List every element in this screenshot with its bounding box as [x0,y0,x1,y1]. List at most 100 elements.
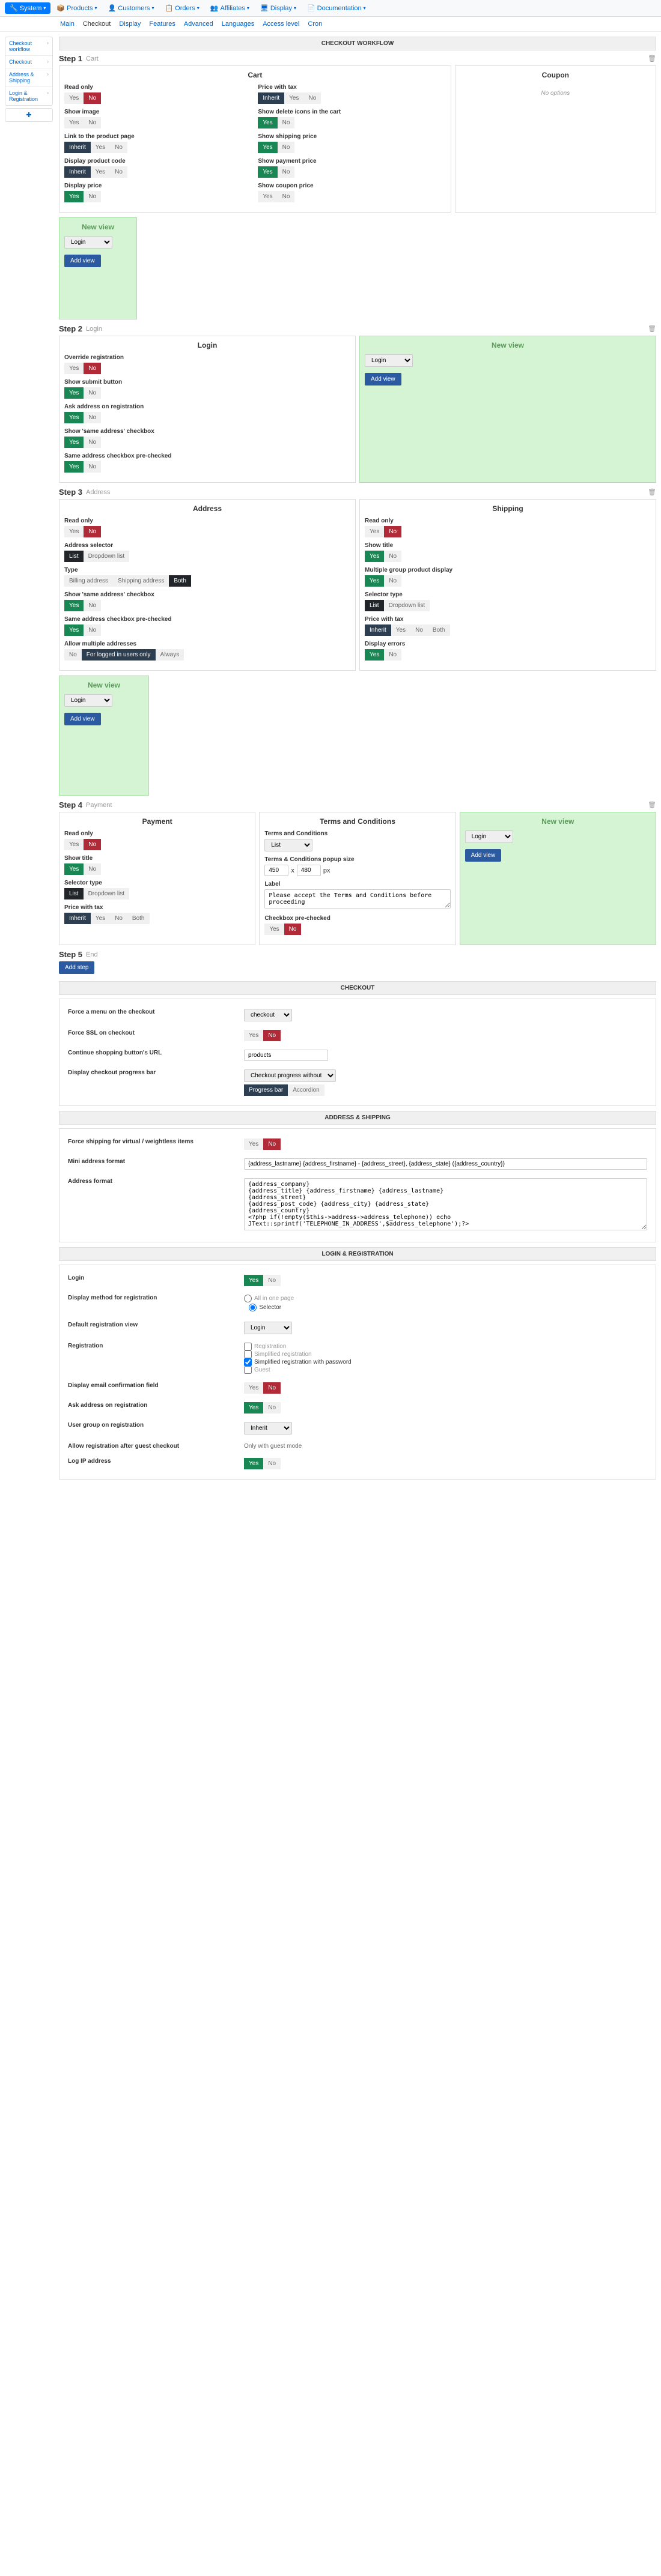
view-select[interactable]: Login [465,830,513,843]
no-button[interactable]: No [263,1030,281,1041]
no-button[interactable]: No [84,191,101,202]
subnav-access level[interactable]: Access level [263,20,299,28]
topnav-products[interactable]: 📦 Products ▾ [52,2,102,14]
no-button[interactable]: No [84,863,101,875]
no-button[interactable]: No [84,461,101,473]
user-group-select[interactable]: Inherit [244,1422,292,1435]
subnav-checkout[interactable]: Checkout [83,20,111,28]
billing-button[interactable]: Billing address [64,575,113,587]
no-button[interactable]: No [284,924,302,935]
no-button[interactable]: No [263,1458,281,1469]
yes-button[interactable]: Yes [258,142,277,153]
yes-button[interactable]: Yes [64,117,84,128]
yes-button[interactable]: Yes [64,624,84,636]
no-button[interactable]: No [84,526,101,537]
radio-allinone[interactable]: All in one page [244,1295,647,1302]
add-view-button[interactable]: Add view [64,713,101,725]
label-textarea[interactable]: Please accept the Terms and Conditions b… [264,889,450,909]
yes-button[interactable]: Yes [64,191,84,202]
no-button[interactable]: No [263,1382,281,1394]
yes-button[interactable]: Yes [64,92,84,104]
no-button[interactable]: No [263,1402,281,1413]
inherit-button[interactable]: Inherit [258,92,284,104]
registration-checkbox[interactable]: Simplified registration [244,1350,647,1358]
sidebar-item[interactable]: Checkout workflow› [5,37,52,56]
no-button[interactable]: No [384,526,401,537]
subnav-display[interactable]: Display [119,20,141,28]
no-button[interactable]: No [278,166,295,178]
registration-checkbox[interactable]: Registration [244,1343,647,1350]
no-button[interactable]: No [84,412,101,423]
inherit-button[interactable]: Inherit [64,913,91,924]
yes-button[interactable]: Yes [258,191,277,202]
yes-button[interactable]: Yes [64,437,84,448]
no-button[interactable]: No [110,142,127,153]
both-button[interactable]: Both [428,624,450,636]
no-button[interactable]: No [278,117,295,128]
yes-button[interactable]: Yes [391,624,410,636]
registration-checkbox[interactable]: Simplified registration with password [244,1358,647,1366]
mini-format-input[interactable] [244,1158,647,1170]
sidebar-item[interactable]: Address & Shipping› [5,68,52,87]
topnav-system[interactable]: 🔧 System ▾ [5,2,50,14]
no-button[interactable]: No [384,575,401,587]
default-view-select[interactable]: Login [244,1322,292,1334]
yes-button[interactable]: Yes [284,92,303,104]
logged-button[interactable]: For logged in users only [82,649,156,661]
yes-button[interactable]: Yes [64,600,84,611]
add-view-button[interactable]: Add view [365,373,401,385]
trash-icon[interactable]: 🗑 [648,801,656,809]
no-button[interactable]: No [64,649,82,661]
height-input[interactable] [297,865,321,876]
subnav-features[interactable]: Features [149,20,175,28]
trash-icon[interactable]: 🗑 [648,488,656,496]
list-button[interactable]: List [64,888,84,899]
add-view-button[interactable]: Add view [465,849,502,862]
add-step-button[interactable]: Add step [59,961,94,974]
inherit-button[interactable]: Inherit [64,166,91,178]
subnav-languages[interactable]: Languages [222,20,254,28]
no-button[interactable]: No [110,913,127,924]
dropdown-button[interactable]: Dropdown list [384,600,430,611]
topnav-documentation[interactable]: 📄 Documentation ▾ [302,2,371,14]
inherit-button[interactable]: Inherit [365,624,391,636]
subnav-advanced[interactable]: Advanced [184,20,213,28]
view-select[interactable]: Login [64,694,112,707]
no-button[interactable]: No [263,1138,281,1150]
yes-button[interactable]: Yes [258,166,277,178]
view-select[interactable]: Login [365,354,413,367]
shipping-button[interactable]: Shipping address [113,575,169,587]
registration-checkbox[interactable]: Guest [244,1366,647,1374]
accordion-button[interactable]: Accordion [288,1084,324,1096]
subnav-main[interactable]: Main [60,20,75,28]
yes-button[interactable]: Yes [244,1275,263,1286]
yes-button[interactable]: Yes [365,526,384,537]
tc-select[interactable]: List [264,839,312,851]
yes-button[interactable]: Yes [244,1030,263,1041]
view-select[interactable]: Login [64,236,112,249]
yes-button[interactable]: Yes [365,575,384,587]
no-button[interactable]: No [303,92,321,104]
list-button[interactable]: List [365,600,384,611]
radio-selector[interactable]: Selector [249,1304,281,1311]
no-button[interactable]: No [278,142,295,153]
yes-button[interactable]: Yes [64,387,84,399]
yes-button[interactable]: Yes [244,1382,263,1394]
no-button[interactable]: No [263,1275,281,1286]
yes-button[interactable]: Yes [244,1458,263,1469]
url-input[interactable] [244,1050,328,1061]
topnav-display[interactable]: 🖥 Display ▾ [255,2,301,14]
yes-button[interactable]: Yes [365,551,384,562]
no-button[interactable]: No [84,92,101,104]
yes-button[interactable]: Yes [64,863,84,875]
no-button[interactable]: No [84,117,101,128]
no-button[interactable]: No [84,600,101,611]
no-button[interactable]: No [110,166,127,178]
yes-button[interactable]: Yes [91,166,110,178]
no-button[interactable]: No [384,649,401,661]
progressbar-button[interactable]: Progress bar [244,1084,288,1096]
yes-button[interactable]: Yes [244,1138,263,1150]
trash-icon[interactable]: 🗑 [648,325,656,333]
inherit-button[interactable]: Inherit [64,142,91,153]
menu-select[interactable]: checkout [244,1009,292,1021]
